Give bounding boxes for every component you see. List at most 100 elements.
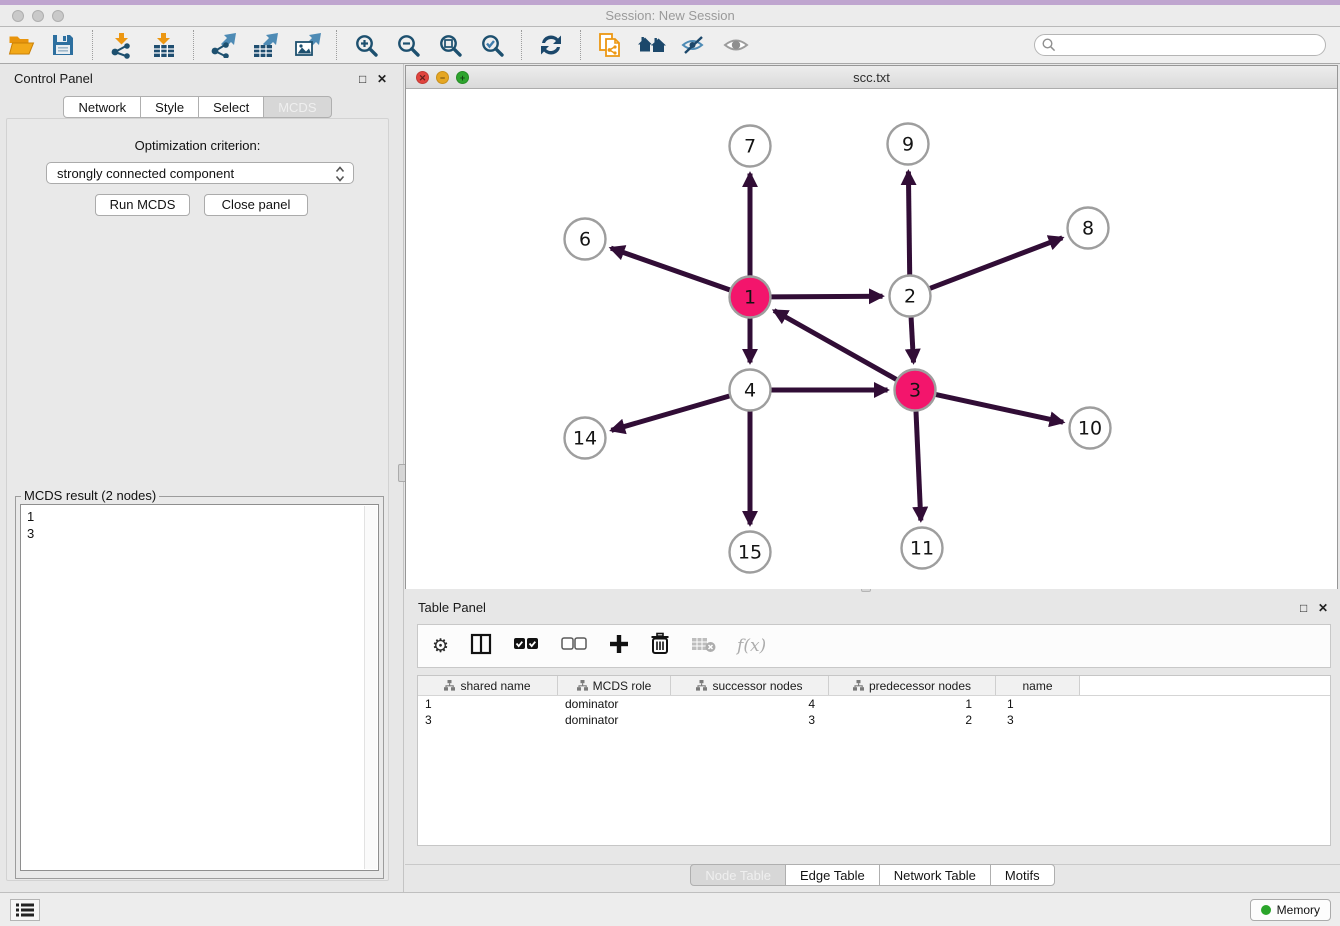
tab-edge-table[interactable]: Edge Table xyxy=(785,864,880,886)
network-window-titlebar[interactable]: scc.txt ✕ − + xyxy=(406,66,1337,89)
deselect-all-columns-icon[interactable] xyxy=(561,637,588,656)
task-history-button[interactable] xyxy=(10,899,40,921)
graph-edge-1-6[interactable] xyxy=(611,248,730,290)
graph-node-label: 8 xyxy=(1082,218,1094,240)
window-title: Session: New Session xyxy=(0,8,1340,23)
column-header-predecessor-nodes[interactable]: predecessor nodes xyxy=(829,676,996,695)
select-all-columns-icon[interactable] xyxy=(513,637,540,656)
graph-node-label: 10 xyxy=(1078,418,1102,440)
function-builder-icon: f(x) xyxy=(737,636,766,656)
table-settings-gear-icon[interactable]: ⚙ xyxy=(432,635,449,658)
table-panel-close-icon[interactable]: ✕ xyxy=(1318,601,1328,615)
graph-node-label: 4 xyxy=(744,380,756,402)
toolbar-separator xyxy=(521,30,522,60)
zoom-out-icon[interactable] xyxy=(393,30,423,60)
sort-icon xyxy=(444,680,455,691)
graph-edge-3-11[interactable] xyxy=(916,412,921,521)
split-column-icon[interactable] xyxy=(470,633,492,660)
criterion-value: strongly connected component xyxy=(57,166,234,181)
select-stepper-icon xyxy=(335,166,345,185)
column-header-name[interactable]: name xyxy=(996,676,1080,695)
mcds-result-title: MCDS result (2 nodes) xyxy=(21,488,159,503)
zoom-selected-icon[interactable] xyxy=(477,30,507,60)
list-icon xyxy=(16,903,34,917)
graph-edge-3-10[interactable] xyxy=(936,395,1063,423)
toolbar-separator xyxy=(92,30,93,60)
export-table-icon[interactable] xyxy=(250,30,280,60)
mcds-result-group: MCDS result (2 nodes) 1 3 xyxy=(15,496,384,879)
network-close-button[interactable]: ✕ xyxy=(416,71,429,84)
tab-network-table[interactable]: Network Table xyxy=(879,864,991,886)
tab-mcds[interactable]: MCDS xyxy=(263,96,331,118)
main-toolbar xyxy=(0,27,1340,64)
search-input[interactable] xyxy=(1034,34,1326,56)
graph-edge-2-8[interactable] xyxy=(930,238,1062,288)
tab-network[interactable]: Network xyxy=(63,96,141,118)
network-graph: 1234678910111415 xyxy=(406,89,1337,589)
tab-node-table[interactable]: Node Table xyxy=(690,864,786,886)
graph-node-label: 11 xyxy=(910,538,934,560)
mcds-result-textarea[interactable]: 1 3 xyxy=(20,504,379,871)
graph-edge-2-3[interactable] xyxy=(911,318,913,363)
tab-style[interactable]: Style xyxy=(140,96,199,118)
memory-status-icon xyxy=(1261,905,1271,915)
sort-icon xyxy=(853,680,864,691)
network-view-window: scc.txt ✕ − + 1234678910111415 xyxy=(405,65,1338,589)
memory-button[interactable]: Memory xyxy=(1250,899,1331,921)
graph-node-label: 7 xyxy=(744,136,756,158)
graph-node-label: 2 xyxy=(904,286,916,308)
run-mcds-button[interactable]: Run MCDS xyxy=(95,194,190,216)
network-minimize-button[interactable]: − xyxy=(436,71,449,84)
column-header-shared-name[interactable]: shared name xyxy=(418,676,558,695)
search-icon xyxy=(1042,38,1056,57)
table-row[interactable]: 3 dominator 3 2 3 xyxy=(418,712,1330,728)
network-overview-icon[interactable] xyxy=(637,30,667,60)
result-line: 3 xyxy=(21,525,378,542)
toolbar-separator xyxy=(193,30,194,60)
column-header-successor-nodes[interactable]: successor nodes xyxy=(671,676,829,695)
hide-selected-icon[interactable] xyxy=(679,30,709,60)
table-panel-float-icon[interactable]: □ xyxy=(1300,601,1307,615)
zoom-fit-icon[interactable] xyxy=(435,30,465,60)
control-panel-close-icon[interactable]: ✕ xyxy=(377,72,387,86)
toolbar-separator xyxy=(336,30,337,60)
import-network-icon[interactable] xyxy=(107,30,137,60)
table-tabs: Node Table Edge Table Network Table Moti… xyxy=(405,864,1340,886)
open-session-icon[interactable] xyxy=(6,30,36,60)
add-column-icon[interactable] xyxy=(609,634,629,659)
criterion-select[interactable]: strongly connected component xyxy=(46,162,354,184)
network-zoom-button[interactable]: + xyxy=(456,71,469,84)
table-row[interactable]: 1 dominator 4 1 1 xyxy=(418,696,1330,712)
table-header-row: shared name MCDS role successor nodes pr… xyxy=(418,676,1330,696)
network-canvas[interactable]: 1234678910111415 xyxy=(406,89,1337,589)
graph-edge-2-9[interactable] xyxy=(908,172,909,275)
control-panel-float-icon[interactable]: □ xyxy=(359,72,366,86)
control-panel-tabs: Network Style Select MCDS xyxy=(0,96,395,118)
result-scrollbar[interactable] xyxy=(364,506,377,869)
delete-column-icon[interactable] xyxy=(650,632,670,660)
graph-edge-4-14[interactable] xyxy=(611,396,729,430)
status-bar: Memory xyxy=(0,892,1340,926)
toolbar-separator xyxy=(580,30,581,60)
export-image-icon[interactable] xyxy=(292,30,322,60)
graph-edge-3-1[interactable] xyxy=(774,311,896,380)
export-network-icon[interactable] xyxy=(208,30,238,60)
memory-label: Memory xyxy=(1277,903,1320,917)
zoom-in-icon[interactable] xyxy=(351,30,381,60)
mcds-panel: Optimization criterion: strongly connect… xyxy=(6,118,389,881)
tab-select[interactable]: Select xyxy=(198,96,264,118)
graph-node-label: 1 xyxy=(744,287,756,309)
column-header-mcds-role[interactable]: MCDS role xyxy=(558,676,671,695)
close-panel-button[interactable]: Close panel xyxy=(204,194,308,216)
result-line: 1 xyxy=(21,505,378,525)
sort-icon xyxy=(696,680,707,691)
new-network-from-selection-icon[interactable] xyxy=(595,30,625,60)
save-session-icon[interactable] xyxy=(48,30,78,60)
apply-layout-icon[interactable] xyxy=(536,30,566,60)
delete-table-icon xyxy=(691,635,716,658)
node-table: shared name MCDS role successor nodes pr… xyxy=(417,675,1331,846)
tab-motifs[interactable]: Motifs xyxy=(990,864,1055,886)
graph-edge-1-2[interactable] xyxy=(772,296,883,297)
import-table-icon[interactable] xyxy=(149,30,179,60)
show-all-icon[interactable] xyxy=(721,30,751,60)
